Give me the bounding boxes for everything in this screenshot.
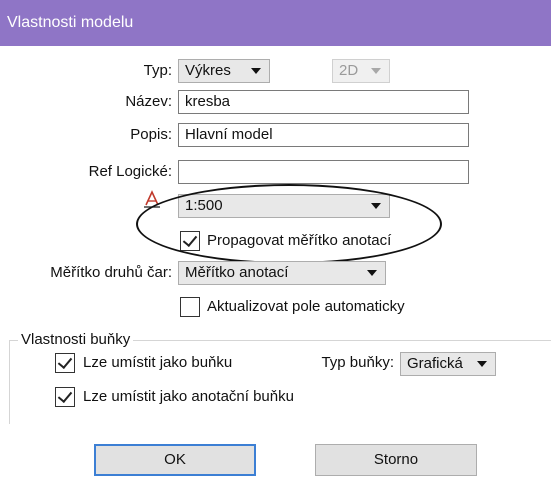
chevron-down-icon bbox=[371, 203, 381, 209]
window-title: Vlastnosti modelu bbox=[0, 0, 551, 46]
propagate-label: Propagovat měřítko anotací bbox=[207, 232, 392, 249]
cancel-button[interactable]: Storno bbox=[315, 444, 477, 476]
autoupdate-checkbox[interactable] bbox=[180, 297, 200, 317]
cell-type-select[interactable]: Grafická bbox=[400, 352, 496, 376]
dimension-select-value: 2D bbox=[339, 62, 359, 79]
checkmark-icon bbox=[57, 353, 73, 370]
annotation-scale-value: 1:500 bbox=[185, 197, 223, 214]
place-as-cell-label: Lze umístit jako buňku bbox=[83, 354, 233, 371]
name-label: Název: bbox=[125, 93, 172, 110]
annotation-scale-icon bbox=[144, 190, 160, 208]
autoupdate-label: Aktualizovat pole automaticky bbox=[207, 298, 405, 315]
chevron-down-icon bbox=[251, 68, 261, 74]
place-as-annotation-cell-label: Lze umístit jako anotační buňku bbox=[83, 388, 294, 405]
type-select[interactable]: Výkres bbox=[178, 59, 270, 83]
line-scale-value: Měřítko anotací bbox=[185, 264, 289, 281]
annotation-scale-select[interactable]: 1:500 bbox=[178, 194, 390, 218]
cell-type-value: Grafická bbox=[407, 355, 463, 372]
line-scale-label: Měřítko druhů čar: bbox=[50, 264, 172, 281]
place-as-cell-checkbox[interactable] bbox=[55, 353, 75, 373]
type-select-value: Výkres bbox=[185, 62, 231, 79]
ref-logical-label: Ref Logické: bbox=[88, 163, 172, 180]
chevron-down-icon bbox=[371, 68, 381, 74]
description-label: Popis: bbox=[130, 126, 172, 143]
cell-properties-title: Vlastnosti buňky bbox=[18, 331, 134, 349]
cell-type-label: Typ buňky: bbox=[321, 354, 394, 371]
chevron-down-icon bbox=[367, 270, 377, 276]
checkmark-icon bbox=[182, 231, 198, 248]
dimension-select: 2D bbox=[332, 59, 390, 83]
type-label: Typ: bbox=[143, 62, 172, 79]
description-input[interactable]: Hlavní model bbox=[178, 123, 469, 147]
ref-logical-input[interactable] bbox=[178, 160, 469, 184]
propagate-checkbox[interactable] bbox=[180, 231, 200, 251]
checkmark-icon bbox=[57, 387, 73, 404]
line-scale-select[interactable]: Měřítko anotací bbox=[178, 261, 386, 285]
place-as-annotation-cell-checkbox[interactable] bbox=[55, 387, 75, 407]
ok-button[interactable]: OK bbox=[94, 444, 256, 476]
name-input[interactable]: kresba bbox=[178, 90, 469, 114]
chevron-down-icon bbox=[477, 361, 487, 367]
